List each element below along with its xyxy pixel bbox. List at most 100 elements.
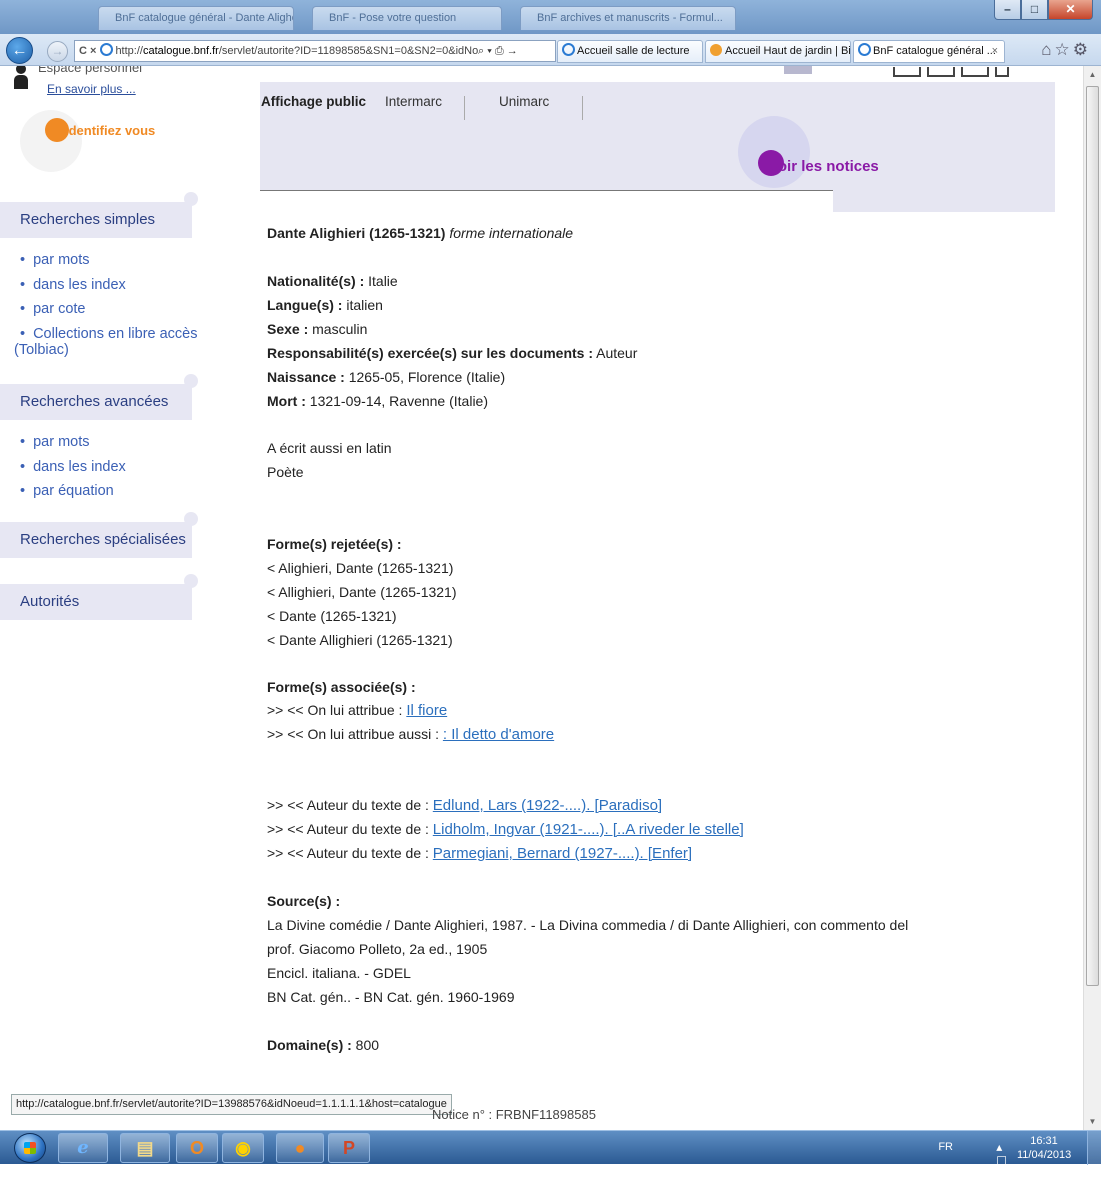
user-icon [14, 66, 28, 94]
espace-personnel-title: Espace personnel [38, 66, 143, 75]
internet-explorer-taskbar-icon[interactable]: e [58, 1133, 108, 1163]
recherches-avancees-list: par mots dans les index par équation [20, 430, 126, 504]
field-naissance: Naissance : 1265-05, Florence (Italie) [267, 369, 506, 385]
associated-link[interactable]: Il fiore [406, 702, 447, 719]
search-dropdown-icon[interactable]: ⌕ ▾ ⎙ → [478, 45, 518, 58]
field-domaine: Domaine(s) : 800 [267, 1037, 380, 1053]
language-indicator[interactable]: FR [938, 1141, 953, 1153]
rejected-form: < Alighieri, Dante (1265-1321) [267, 560, 454, 576]
source-line: Encicl. italiana. - GDEL [267, 965, 411, 981]
sidebar-heading-recherches-simples[interactable]: Recherches simples [0, 192, 198, 238]
back-button[interactable]: ← [6, 37, 33, 64]
tab-unimarc[interactable]: Unimarc [499, 94, 549, 109]
recherches-simples-list: par mots dans les index par cote Collect… [20, 248, 198, 346]
background-tab[interactable]: BnF - Pose votre question [312, 6, 502, 30]
browser-tab-active[interactable]: BnF catalogue général ... × [853, 40, 1005, 63]
sidebar-item-par-mots[interactable]: par mots [20, 430, 126, 455]
note-line: A écrit aussi en latin [267, 440, 392, 456]
site-favicon-icon [710, 44, 722, 56]
outlook-taskbar-icon[interactable]: O [176, 1133, 218, 1163]
source-line: BN Cat. gén.. - BN Cat. gén. 1960-1969 [267, 989, 515, 1005]
tab-separator [582, 96, 583, 120]
sidebar-item-par-equation[interactable]: par équation [20, 479, 126, 504]
rejected-form: < Dante Allighieri (1265-1321) [267, 632, 453, 648]
field-mort: Mort : 1321-09-14, Ravenne (Italie) [267, 393, 488, 409]
background-tab[interactable]: BnF catalogue général - Dante Aligheri..… [98, 6, 294, 30]
rejected-form: < Dante (1265-1321) [267, 608, 397, 624]
background-tab[interactable]: BnF archives et manuscrits - Formul... [520, 6, 736, 30]
app-taskbar-icon[interactable]: ◉ [222, 1133, 264, 1163]
browser-navigation-bar: ← → C × http://catalogue.bnf.fr/servlet/a… [0, 34, 1101, 66]
scroll-down-icon[interactable]: ▼ [1084, 1113, 1101, 1130]
author-link[interactable]: Parmegiani, Bernard (1927-....). [Enfer] [433, 845, 692, 862]
sidebar-heading-autorites[interactable]: Autorités [0, 574, 198, 620]
page-viewport: Espace personnel En savoir plus ... Iden… [0, 66, 1083, 1130]
powerpoint-taskbar-icon[interactable]: P [328, 1133, 370, 1163]
scroll-thumb[interactable] [1086, 86, 1099, 986]
field-langue: Langue(s) : italien [267, 297, 383, 313]
notice-number-peek: Notice n° : FRBNF11898585 [432, 1107, 596, 1122]
field-sexe: Sexe : masculin [267, 321, 368, 337]
author-relation: >> << Auteur du texte de : Parmegiani, B… [267, 845, 693, 862]
identifiez-vous-link[interactable]: Identifiez vous [65, 123, 155, 138]
sidebar-item-tolbiac[interactable]: (Tolbiac) [14, 342, 69, 358]
print-save-email-icons[interactable] [893, 66, 1015, 80]
header-decoration [784, 66, 812, 74]
tab-intermarc[interactable]: Intermarc [385, 94, 442, 109]
close-window-button[interactable]: ✕ [1048, 0, 1093, 20]
tray-icons[interactable]: ▴ ☐ ♪ [996, 1140, 1013, 1182]
author-relation: >> << Auteur du texte de : Edlund, Lars … [267, 797, 663, 814]
ie-page-icon [858, 43, 871, 56]
voir-les-notices-link[interactable]: Voir les notices [769, 158, 879, 175]
home-favorites-tools-icons[interactable]: ⌂☆⚙ [1041, 40, 1091, 60]
windows-taskbar: e ▤ O ◉ ● P FR ▴ ☐ ♪ 16:31 11/04/2013 [0, 1130, 1101, 1182]
associated-form: >> << On lui attribue aussi : : Il detto… [267, 726, 555, 743]
header-band-extension [833, 190, 1055, 212]
field-nationalite: Nationalité(s) : Italie [267, 273, 398, 289]
author-link[interactable]: Lidholm, Ingvar (1921-....). [..A rivede… [433, 821, 744, 838]
rejected-forms-label: Forme(s) rejetée(s) : [267, 536, 402, 552]
tab-separator [464, 96, 465, 120]
note-line: Poète [267, 464, 304, 480]
sidebar-item-par-mots[interactable]: par mots [20, 248, 198, 273]
refresh-stop-icons[interactable]: C × [75, 45, 100, 57]
sidebar-heading-recherches-avancees[interactable]: Recherches avancées [0, 374, 198, 420]
display-tabs: Affichage public Intermarc Unimarc [260, 82, 1055, 124]
sidebar-item-par-cote[interactable]: par cote [20, 297, 198, 322]
author-link[interactable]: Edlund, Lars (1922-....). [Paradiso] [433, 797, 662, 814]
minimize-button[interactable]: – [994, 0, 1021, 20]
vertical-scrollbar[interactable]: ▲ ▼ [1083, 66, 1101, 1130]
header-divider [260, 190, 833, 191]
associated-form: >> << On lui attribue : Il fiore [267, 702, 448, 719]
url-text[interactable]: http://catalogue.bnf.fr/servlet/autorite… [115, 45, 509, 57]
start-button[interactable] [14, 1133, 46, 1163]
browser-tab[interactable]: Accueil Haut de jardin | Bi... [705, 40, 851, 63]
rejected-form: < Allighieri, Dante (1265-1321) [267, 584, 457, 600]
source-line: prof. Giacomo Polleto, 2a ed., 1905 [267, 941, 488, 957]
forward-button[interactable]: → [47, 41, 68, 62]
window-controls: – □ ✕ [994, 0, 1093, 20]
source-line: La Divine comédie / Dante Alighieri, 198… [267, 917, 909, 933]
browser-tab[interactable]: Accueil salle de lecture [557, 40, 703, 63]
header-band [260, 124, 1055, 190]
file-explorer-taskbar-icon[interactable]: ▤ [120, 1133, 170, 1163]
associated-link[interactable]: : Il detto d'amore [443, 726, 554, 743]
sidebar-heading-recherches-specialisees[interactable]: Recherches spécialisées [0, 512, 198, 558]
sources-label: Source(s) : [267, 893, 341, 909]
author-relation: >> << Auteur du texte de : Lidholm, Ingv… [267, 821, 744, 838]
record-heading: Dante Alighieri (1265-1321) forme intern… [267, 225, 574, 241]
tab-affichage-public[interactable]: Affichage public [261, 94, 366, 109]
field-responsabilite: Responsabilité(s) exercée(s) sur les doc… [267, 345, 638, 361]
sidebar-item-dans-les-index[interactable]: dans les index [20, 273, 198, 298]
browser-tab-strip: BnF catalogue général - Dante Aligheri..… [0, 0, 1101, 34]
sidebar-item-dans-les-index[interactable]: dans les index [20, 455, 126, 480]
associated-forms-label: Forme(s) associée(s) : [267, 679, 416, 695]
status-url-tooltip: http://catalogue.bnf.fr/servlet/autorite… [11, 1094, 452, 1115]
en-savoir-plus-link[interactable]: En savoir plus ... [47, 82, 136, 96]
show-desktop-button[interactable] [1087, 1131, 1101, 1165]
close-tab-icon[interactable]: × [992, 41, 998, 62]
scroll-up-icon[interactable]: ▲ [1084, 66, 1101, 83]
maximize-button[interactable]: □ [1021, 0, 1048, 20]
firefox-taskbar-icon[interactable]: ● [276, 1133, 324, 1163]
clock[interactable]: 16:31 11/04/2013 [1017, 1134, 1071, 1162]
